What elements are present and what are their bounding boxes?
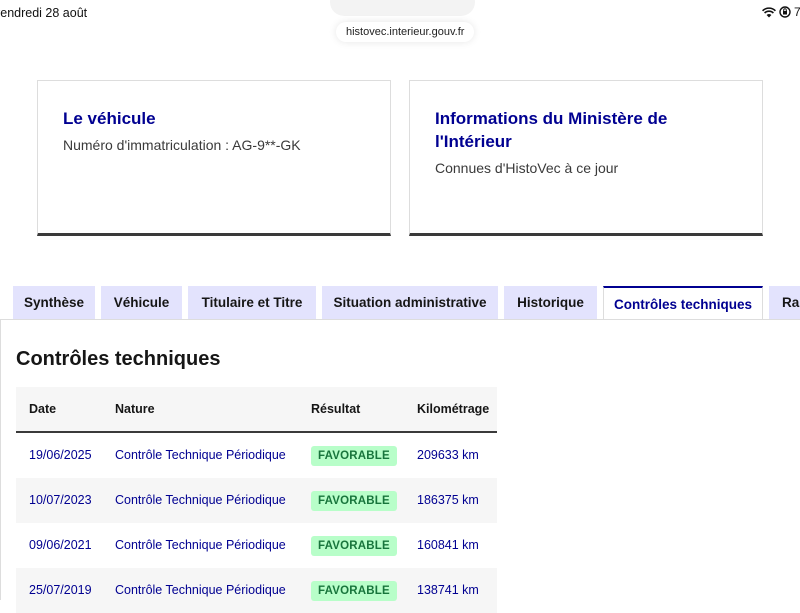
tab-bar: Synthèse Véhicule Titulaire et Titre Sit… <box>0 286 800 320</box>
vehicle-card: Le véhicule Numéro d'immatriculation : A… <box>37 80 391 236</box>
table-row: 19/06/2025 Contrôle Technique Périodique… <box>16 433 497 478</box>
row-nature: Contrôle Technique Périodique <box>115 448 286 462</box>
row-nature: Contrôle Technique Périodique <box>115 583 286 597</box>
ministry-card-description: Connues d'HistoVec à ce jour <box>435 160 619 176</box>
row-mileage: 160841 km <box>417 538 479 552</box>
status-icons: 7 <box>762 5 800 19</box>
table-row: 10/07/2023 Contrôle Technique Périodique… <box>16 478 497 523</box>
result-badge: FAVORABLE <box>311 536 397 556</box>
row-date: 19/06/2025 <box>29 448 92 462</box>
status-date: vendredi 28 août <box>0 6 88 20</box>
column-header-nature: Nature <box>115 402 155 416</box>
inspection-table: Date Nature Résultat Kilométrage 19/06/2… <box>16 387 497 613</box>
section-title: Contrôles techniques <box>16 348 221 370</box>
ministry-card: Informations du Ministère de l'Intérieur… <box>409 80 763 236</box>
column-header-date: Date <box>29 402 57 416</box>
result-badge: FAVORABLE <box>311 446 397 466</box>
table-row: 25/07/2019 Contrôle Technique Périodique… <box>16 568 497 613</box>
row-date: 10/07/2023 <box>29 493 92 507</box>
tab-vehicule[interactable]: Véhicule <box>101 286 182 319</box>
url-bar[interactable]: histovec.interieur.gouv.fr <box>336 22 475 42</box>
vehicle-card-title: Le véhicule <box>63 109 156 128</box>
table-header: Date Nature Résultat Kilométrage <box>16 387 497 433</box>
column-header-mileage: Kilométrage <box>417 402 490 416</box>
row-date: 09/06/2021 <box>29 538 92 552</box>
column-header-result: Résultat <box>311 402 361 416</box>
row-date: 25/07/2019 <box>29 583 92 597</box>
tab-divider <box>0 319 800 320</box>
tab-historique[interactable]: Historique <box>504 286 597 319</box>
table-row: 09/06/2021 Contrôle Technique Périodique… <box>16 523 497 568</box>
battery-level: 7 <box>794 5 800 19</box>
vehicle-card-description: Numéro d'immatriculation : AG-9**-GK <box>63 137 301 153</box>
result-badge: FAVORABLE <box>311 581 397 601</box>
orientation-lock-icon <box>779 6 791 18</box>
panel-border <box>0 320 1 600</box>
row-mileage: 138741 km <box>417 583 479 597</box>
tab-situation-administrative[interactable]: Situation administrative <box>322 286 498 319</box>
row-nature: Contrôle Technique Périodique <box>115 538 286 552</box>
result-badge: FAVORABLE <box>311 491 397 511</box>
tab-controles-techniques[interactable]: Contrôles techniques <box>603 286 763 320</box>
row-mileage: 186375 km <box>417 493 479 507</box>
tab-synthese[interactable]: Synthèse <box>13 286 95 319</box>
ministry-card-title: Informations du Ministère de l'Intérieur <box>435 109 668 151</box>
tab-titulaire-titre[interactable]: Titulaire et Titre <box>188 286 316 319</box>
row-nature: Contrôle Technique Périodique <box>115 493 286 507</box>
wifi-icon <box>762 6 776 17</box>
tab-rapport[interactable]: Rap <box>769 286 800 319</box>
row-mileage: 209633 km <box>417 448 479 462</box>
